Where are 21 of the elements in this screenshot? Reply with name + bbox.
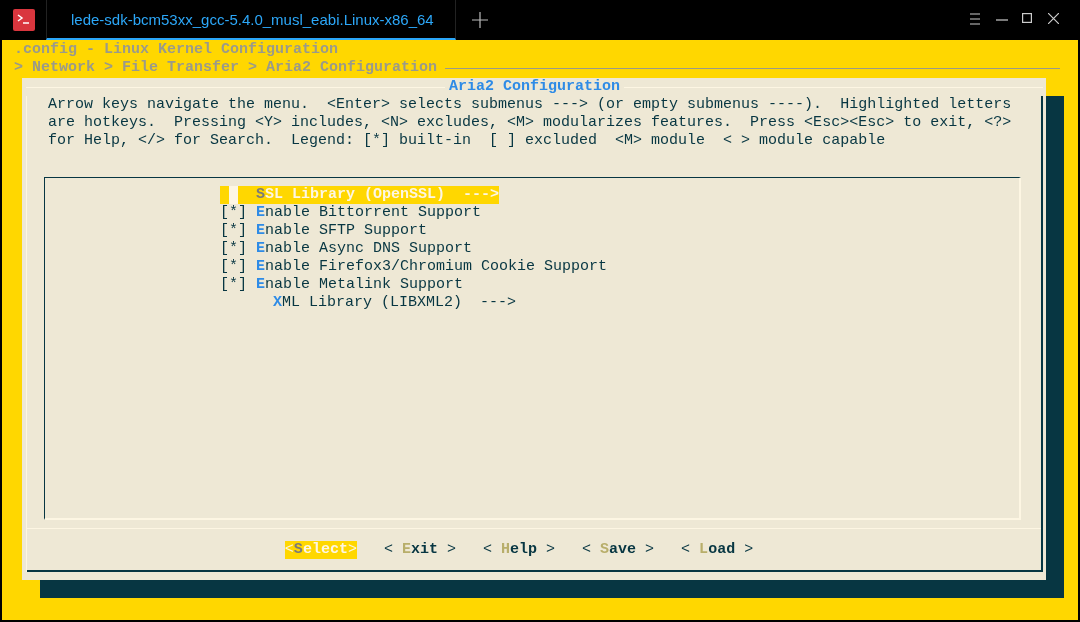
close-icon[interactable]: [1048, 13, 1059, 24]
menu-item[interactable]: [*] Enable Bittorrent Support: [220, 204, 482, 222]
dialog-button[interactable]: < Load >: [681, 540, 754, 559]
maximize-icon[interactable]: [1022, 13, 1032, 23]
terminal-icon[interactable]: [13, 9, 35, 31]
help-text: Arrow keys navigate the menu. <Enter> selects submenus ---> (or empty submenus ----). Highlighted letters: [47, 96, 1013, 114]
menu-item[interactable]: [*] Enable Async DNS Support: [220, 240, 473, 258]
dialog-title: Aria2 Configuration: [448, 78, 621, 96]
plus-icon[interactable]: [472, 12, 488, 28]
dialog-button[interactable]: < Save >: [582, 540, 655, 559]
help-text: for Help, </> for Search. Legend: [*] built-in [ ] excluded <M> module < > module capable: [47, 132, 887, 150]
dialog-button[interactable]: < Help >: [482, 540, 556, 559]
dialog-button[interactable]: < Exit >: [383, 540, 456, 559]
menu-item[interactable]: [*] Enable SFTP Support: [220, 222, 428, 240]
menu-item[interactable]: [*] Enable Metalink Support: [220, 276, 464, 294]
breadcrumb: > Network > File Transfer > Aria2 Configuration: [14, 59, 438, 77]
config-title: .config - Linux Kernel Configuration: [14, 41, 340, 59]
menu-icon[interactable]: [970, 13, 980, 25]
menu-item[interactable]: XML Library (LIBXML2) --->: [220, 294, 517, 312]
help-text: are hotkeys. Pressing <Y> includes, <N> excludes, <M> modularizes features. Press <Esc><Esc> to exit, <?>: [47, 114, 1013, 132]
menu-item[interactable]: [*] Enable Firefox3/Chromium Cookie Support: [220, 258, 608, 276]
